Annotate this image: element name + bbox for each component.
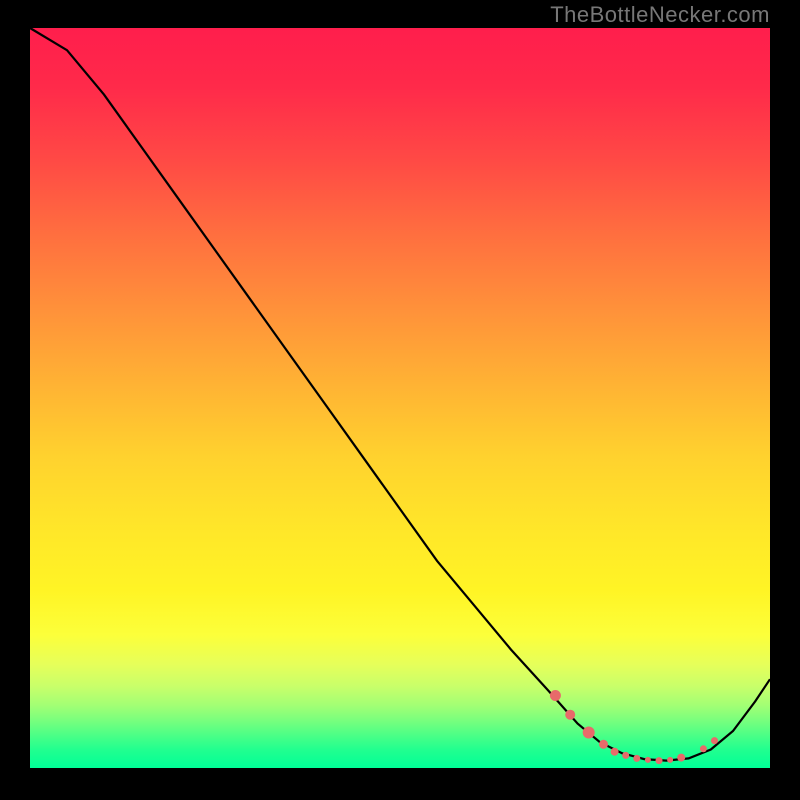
- marker-point: [611, 748, 619, 756]
- curve-layer: [30, 28, 770, 768]
- marker-point: [565, 710, 575, 720]
- marker-group: [550, 690, 718, 764]
- marker-point: [667, 757, 673, 763]
- marker-point: [583, 727, 595, 739]
- marker-point: [645, 757, 651, 763]
- marker-point: [599, 740, 608, 749]
- chart-canvas: TheBottleNecker.com: [0, 0, 800, 800]
- watermark-text: TheBottleNecker.com: [550, 2, 770, 28]
- marker-point: [622, 752, 629, 759]
- marker-point: [700, 745, 707, 752]
- plot-area: [30, 28, 770, 768]
- marker-point: [550, 690, 561, 701]
- curve-path: [30, 28, 770, 761]
- marker-point: [711, 737, 718, 744]
- marker-point: [633, 755, 640, 762]
- marker-point: [677, 754, 685, 762]
- marker-point: [656, 757, 663, 764]
